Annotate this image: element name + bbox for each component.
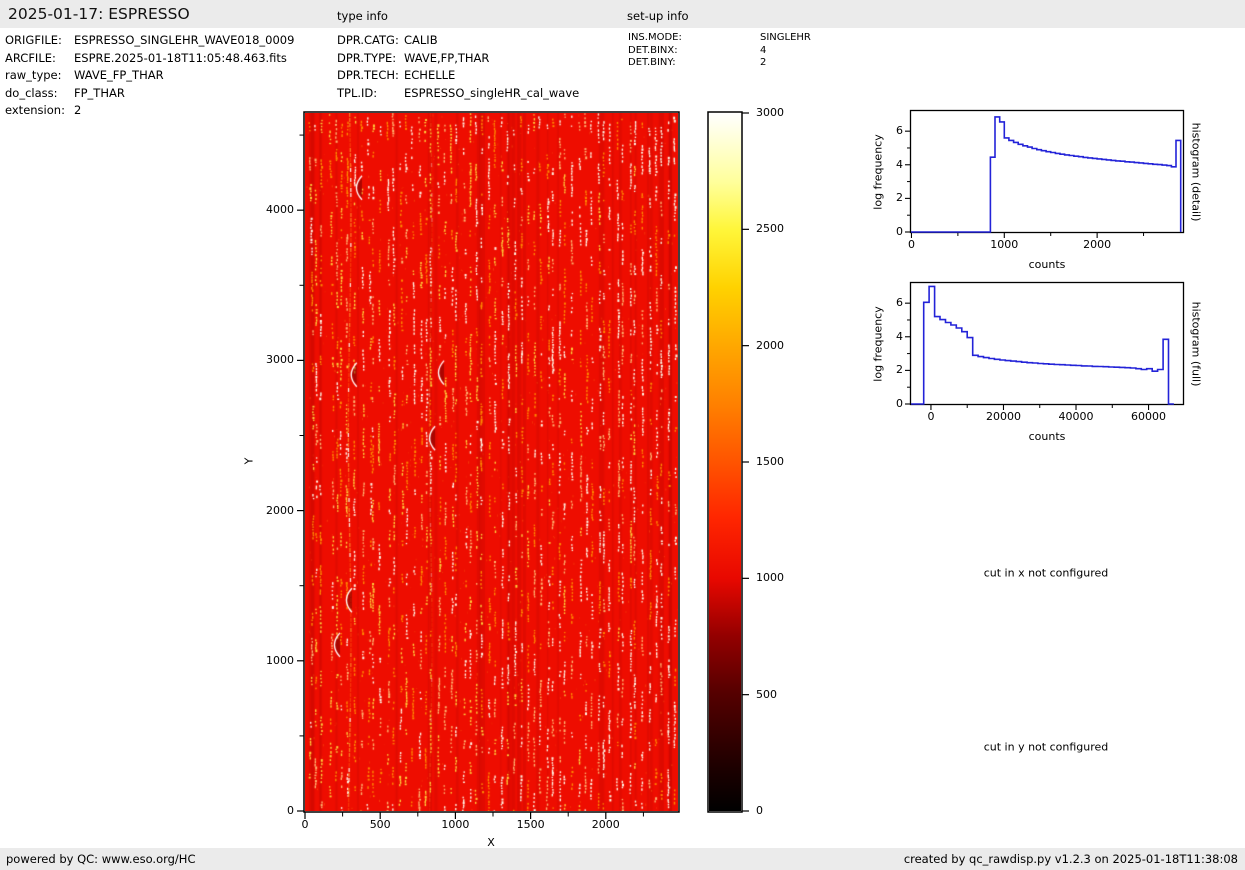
file-info: ORIGFILE: ESPRESSO_SINGLEHR_WAVE018_0009 A…	[5, 32, 294, 120]
y-tick-label: 3000	[266, 353, 294, 367]
colorbar	[709, 113, 741, 811]
cut-x-note: cut in x not configured	[983, 566, 1109, 580]
info-row: DPR.TECH: ECHELLE	[337, 67, 579, 85]
info-row: do_class: FP_THAR	[5, 85, 294, 103]
info-value: ESPRE.2025-01-18T11:05:48.463.fits	[74, 50, 287, 65]
colorbar-tick-label: 2500	[756, 222, 784, 236]
footer-bar: powered by QC: www.eso.org/HC created by…	[0, 848, 1245, 870]
info-value: 2	[760, 57, 767, 69]
y-tick-label: 0	[287, 804, 294, 817]
qc-report-page: 2025-01-17: ESPRESSO type info set-up in…	[0, 0, 1245, 870]
y-tick-label: 1000	[266, 653, 294, 667]
hist-right-label: histogram (full)	[1189, 301, 1203, 386]
info-value: FP_THAR	[74, 85, 125, 100]
x-tick-label: 500	[369, 818, 391, 831]
info-row: DPR.CATG: CALIB	[337, 32, 579, 50]
x-tick-label: 60000	[1131, 410, 1167, 423]
hist-ylabel: log frequency	[871, 305, 885, 382]
raw-frame-canvas	[305, 113, 678, 811]
y-tick-label: 0	[896, 225, 903, 238]
info-label: DPR.TECH:	[337, 68, 399, 82]
info-row: extension: 2	[5, 102, 294, 120]
x-tick-label: 1000	[990, 238, 1019, 251]
x-tick-label: 2000	[591, 818, 620, 831]
info-label: DET.BINX:	[628, 44, 678, 56]
hist-xlabel: counts	[1028, 258, 1066, 271]
x-tick-label: 1500	[516, 818, 545, 831]
info-value: ECHELLE	[404, 68, 456, 82]
histogram-full-line	[911, 285, 1174, 405]
info-label: DET.BINY:	[628, 57, 676, 69]
info-value: ESPRESSO_singleHR_cal_wave	[404, 85, 580, 100]
info-row: raw_type: WAVE_FP_THAR	[5, 67, 294, 85]
footer-left: powered by QC: www.eso.org/HC	[6, 852, 196, 866]
info-row: DPR.TYPE: WAVE,FP,THAR	[337, 50, 579, 68]
info-row: ORIGFILE: ESPRESSO_SINGLEHR_WAVE018_0009	[5, 32, 294, 50]
x-tick-label: 1000	[441, 818, 470, 831]
y-tick-label: 0	[896, 397, 903, 410]
x-tick-label: 0	[907, 238, 915, 251]
info-label: ARCFILE:	[5, 50, 56, 65]
info-value: WAVE_FP_THAR	[74, 68, 164, 82]
x-tick-label: 2000	[1083, 238, 1112, 251]
y-axis-label: Y	[242, 457, 256, 465]
colorbar-tick-label: 1000	[756, 571, 784, 585]
colorbar-tick-label: 500	[756, 687, 777, 701]
footer-right: created by qc_rawdisp.py v1.2.3 on 2025-…	[903, 852, 1238, 866]
x-axis-label: X	[487, 836, 495, 849]
histogram-detail-frame	[909, 109, 1185, 234]
hist-right-label: histogram (detail)	[1189, 122, 1203, 221]
info-value: 2	[74, 103, 82, 117]
hist-xlabel: counts	[1028, 430, 1066, 443]
info-label: INS.MODE:	[628, 32, 682, 43]
info-value: 4	[760, 44, 767, 56]
setup-info-header: set-up info	[627, 9, 689, 23]
info-label: DPR.TYPE:	[337, 50, 397, 65]
info-value: SINGLEHR	[760, 32, 811, 43]
info-label: DPR.CATG:	[337, 33, 399, 47]
histogram-full-frame	[909, 281, 1185, 406]
info-value: WAVE,FP,THAR	[404, 50, 490, 65]
x-tick-label: 20000	[985, 410, 1021, 423]
y-tick-label: 2000	[266, 503, 294, 517]
colorbar-tick-label: 3000	[756, 106, 784, 119]
info-value: CALIB	[404, 33, 438, 47]
info-row: INS.MODE: SINGLEHR	[628, 32, 811, 45]
x-tick-label: 0	[927, 410, 935, 423]
y-tick-label: 4000	[266, 203, 294, 217]
info-label: ORIGFILE:	[5, 33, 62, 47]
x-tick-label: 40000	[1058, 410, 1094, 423]
type-info: DPR.CATG: CALIB DPR.TYPE: WAVE,FP,THAR DPR.T…	[337, 32, 579, 102]
colorbar-tick-label: 0	[756, 804, 763, 817]
hist-ylabel: log frequency	[871, 133, 885, 210]
info-label: TPL.ID:	[337, 85, 378, 100]
x-tick-label: 0	[301, 818, 309, 831]
type-info-header: type info	[337, 9, 388, 23]
info-row: TPL.ID: ESPRESSO_singleHR_cal_wave	[337, 85, 579, 103]
info-row: DET.BINY: 2	[628, 57, 811, 70]
colorbar-tick-label: 2000	[756, 338, 784, 352]
info-row: DET.BINX: 4	[628, 45, 811, 58]
info-label: raw_type:	[5, 68, 62, 82]
info-label: extension:	[5, 103, 65, 117]
info-value: ESPRESSO_SINGLEHR_WAVE018_0009	[74, 33, 295, 47]
colorbar-tick-label: 1500	[756, 455, 784, 468]
info-row: ARCFILE: ESPRE.2025-01-18T11:05:48.463.fi…	[5, 50, 294, 68]
cut-y-note: cut in y not configured	[983, 740, 1109, 754]
histogram-detail-line	[911, 116, 1182, 233]
setup-info: INS.MODE: SINGLEHR DET.BINX: 4 DET.BINY: 2	[628, 32, 811, 70]
info-label: do_class:	[5, 85, 58, 100]
page-title: 2025-01-17: ESPRESSO	[8, 5, 190, 23]
